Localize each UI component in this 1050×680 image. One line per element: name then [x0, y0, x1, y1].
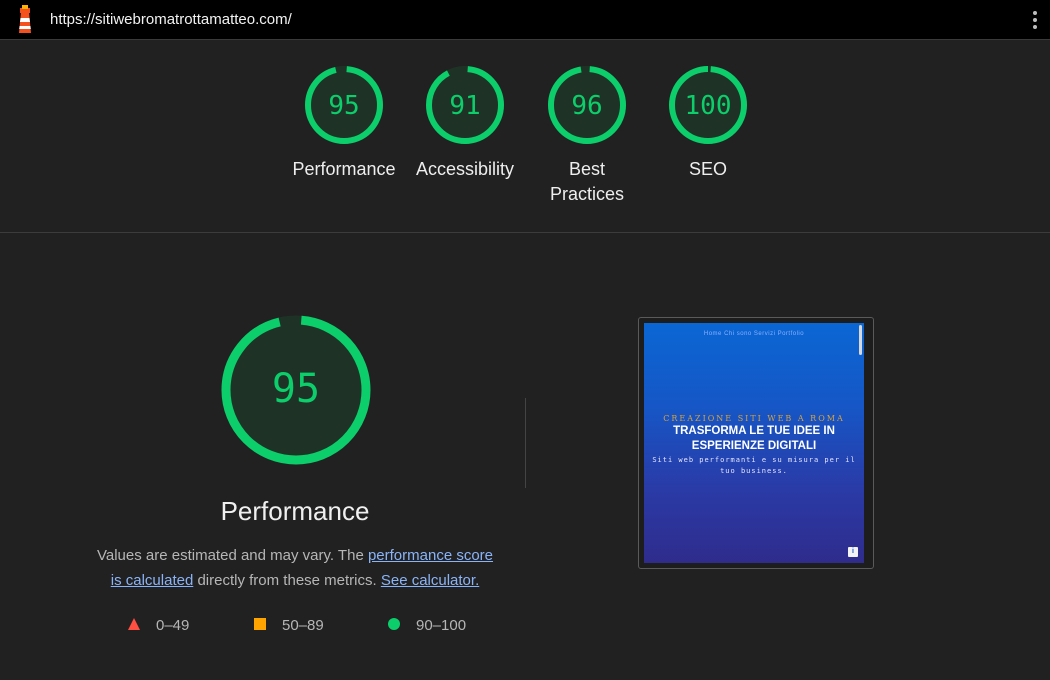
circle-icon	[388, 618, 400, 630]
gauge-score: 100	[685, 91, 732, 121]
gauge-performance[interactable]: 95 Performance	[289, 64, 399, 182]
kebab-menu-icon[interactable]	[1028, 8, 1042, 32]
screenshot-scrollbar	[859, 325, 862, 355]
performance-title: Performance	[220, 496, 370, 526]
gauge-score: 91	[449, 91, 480, 121]
gauge-score: 96	[571, 91, 602, 121]
top-bar: https://sitiwebromatrottamatteo.com/	[0, 0, 1050, 40]
gauge-label: SEO	[688, 159, 727, 179]
final-screenshot[interactable]: Home Chi sono Servizi Portfolio CREAZION…	[638, 317, 874, 569]
lighthouse-icon	[19, 5, 31, 33]
screenshot-headline: TRASFORMA LE TUE IDEE IN ESPERIENZE DIGIT…	[673, 425, 835, 452]
section-divider	[525, 398, 526, 488]
gauge-ring: 95	[305, 66, 383, 144]
performance-score: 95	[272, 366, 320, 412]
gauge-ring: 100	[669, 66, 747, 144]
screenshot-image: Home Chi sono Servizi Portfolio CREAZION…	[644, 323, 864, 563]
gauge-ring: 96	[548, 66, 626, 144]
gauge-best-practices[interactable]: 96 Best Practices	[532, 64, 642, 207]
page-url: https://sitiwebromatrottamatteo.com/	[50, 11, 292, 28]
gauge-ring: 91	[426, 66, 504, 144]
screenshot-kicker: CREAZIONE SITI WEB A ROMA	[663, 414, 845, 423]
screenshot-nav: Home Chi sono Servizi Portfolio	[703, 331, 805, 337]
gauge-seo[interactable]: 100 SEO	[653, 64, 763, 182]
accessibility-badge-icon: i	[848, 547, 858, 557]
gauge-accessibility[interactable]: 91 Accessibility	[410, 64, 520, 182]
gauge-score: 95	[328, 91, 359, 121]
performance-description: Values are estimated and may vary. The p…	[96, 547, 494, 589]
gauge-label: Performance	[292, 159, 396, 179]
category-gauges: 95 Performance 91 Accessibility 96 Best P…	[0, 40, 1050, 233]
see-calculator-link[interactable]: See calculator.	[381, 572, 479, 589]
gauge-label: Best Practices	[549, 159, 625, 204]
gauge-label: Accessibility	[415, 159, 515, 179]
triangle-icon	[128, 618, 140, 630]
square-icon	[254, 618, 266, 630]
performance-gauge: 95	[221, 315, 371, 465]
screenshot-subtitle: Siti web performanti e su misura per il t…	[652, 456, 856, 475]
